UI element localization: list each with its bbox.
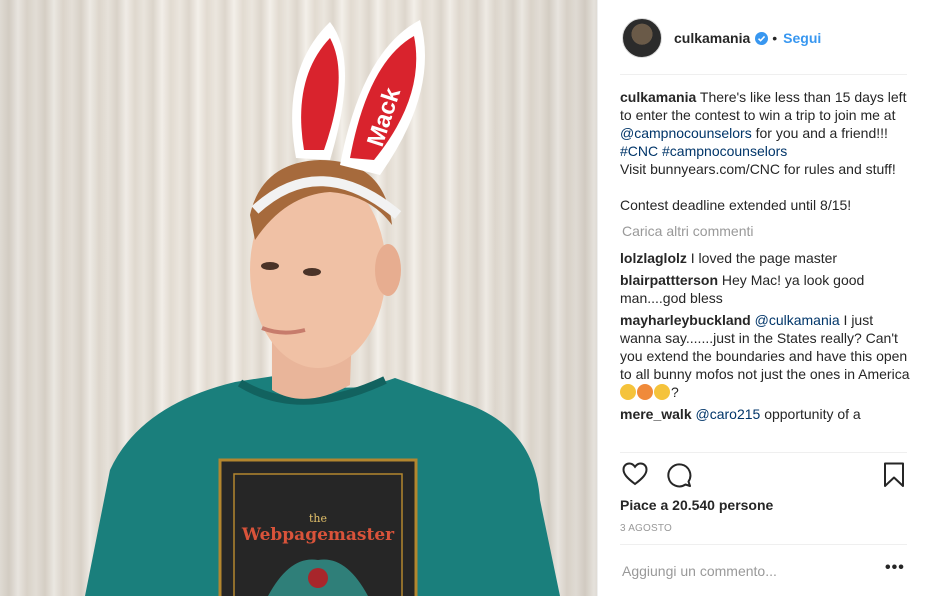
- comment-username[interactable]: blairpattterson: [620, 272, 718, 288]
- caption: culkamania There's like less than 15 day…: [620, 88, 910, 214]
- comment-text-end: ?: [671, 384, 679, 400]
- post-side-panel: culkamania • Segui culkamania There's li…: [597, 0, 930, 596]
- hot-face-emoji-icon: [637, 384, 653, 400]
- shirt-text-main: Webpagemaster: [241, 525, 395, 545]
- right-eye: [303, 268, 321, 276]
- bookmark-icon[interactable]: [883, 462, 905, 488]
- comment-icon[interactable]: [666, 462, 692, 488]
- avatar[interactable]: [622, 18, 662, 58]
- comment-username[interactable]: lolzlaglolz: [620, 250, 687, 266]
- actions-divider: [620, 544, 907, 545]
- shirt-graphic: the Webpagemaster: [218, 458, 418, 596]
- bunny-ears: Mack: [292, 20, 425, 175]
- follow-button[interactable]: Segui: [783, 30, 821, 46]
- comment-item: lolzlaglolz I loved the page master: [620, 249, 910, 267]
- eye-roll-emoji-icon: [620, 384, 636, 400]
- post-date[interactable]: 3 AGOSTO: [620, 523, 672, 534]
- post-photo[interactable]: the Webpagemaster Mack: [0, 0, 597, 596]
- caption-text-4: Contest deadline extended until 8/15!: [620, 197, 852, 213]
- header-username[interactable]: culkamania: [674, 30, 750, 46]
- add-comment-input[interactable]: [622, 558, 862, 584]
- caption-text-3: Visit bunnyears.com/CNC for rules and st…: [620, 161, 896, 177]
- comment-item: mere_walk @caro215 opportunity of a: [620, 405, 910, 423]
- left-eye: [261, 262, 279, 270]
- instagram-post: the Webpagemaster Mack culkamania • Segu…: [0, 0, 930, 596]
- load-more-comments-button[interactable]: Carica altri commenti: [622, 222, 910, 240]
- post-header: culkamania • Segui: [622, 18, 908, 58]
- caption-hashtag-campnocounselors[interactable]: #campnocounselors: [662, 143, 787, 159]
- comment-text: opportunity of a: [760, 406, 861, 422]
- more-options-icon[interactable]: •••: [885, 559, 905, 577]
- heart-icon[interactable]: [622, 462, 648, 486]
- ear: [375, 244, 401, 296]
- comment-text: I loved the page master: [686, 250, 838, 266]
- header-separator: •: [772, 30, 778, 46]
- caption-text-2: for you and a friend!!!: [751, 125, 888, 141]
- comment-item: mayharleybuckland @culkamania I just wan…: [620, 311, 910, 401]
- comment-username[interactable]: mere_walk: [620, 406, 692, 422]
- comment-mention[interactable]: @culkamania: [755, 312, 840, 328]
- crying-emoji-icon: [654, 384, 670, 400]
- header-divider: [620, 74, 907, 75]
- comments-divider: [620, 452, 907, 453]
- caption-mention[interactable]: @campnocounselors: [620, 125, 752, 141]
- comments-list: culkamania There's like less than 15 day…: [620, 88, 910, 450]
- shirt-text-top: the: [309, 512, 327, 525]
- comment-item: blairpattterson Hey Mac! ya look good ma…: [620, 271, 910, 307]
- comment-mention[interactable]: @caro215: [696, 406, 761, 422]
- comment-username[interactable]: mayharleybuckland: [620, 312, 751, 328]
- photo-illustration: the Webpagemaster Mack: [85, 20, 560, 596]
- caption-hashtag-cnc[interactable]: #CNC: [620, 143, 658, 159]
- verified-badge-icon: [755, 31, 769, 45]
- likes-count[interactable]: Piace a 20.540 persone: [620, 497, 773, 513]
- caption-username[interactable]: culkamania: [620, 89, 696, 105]
